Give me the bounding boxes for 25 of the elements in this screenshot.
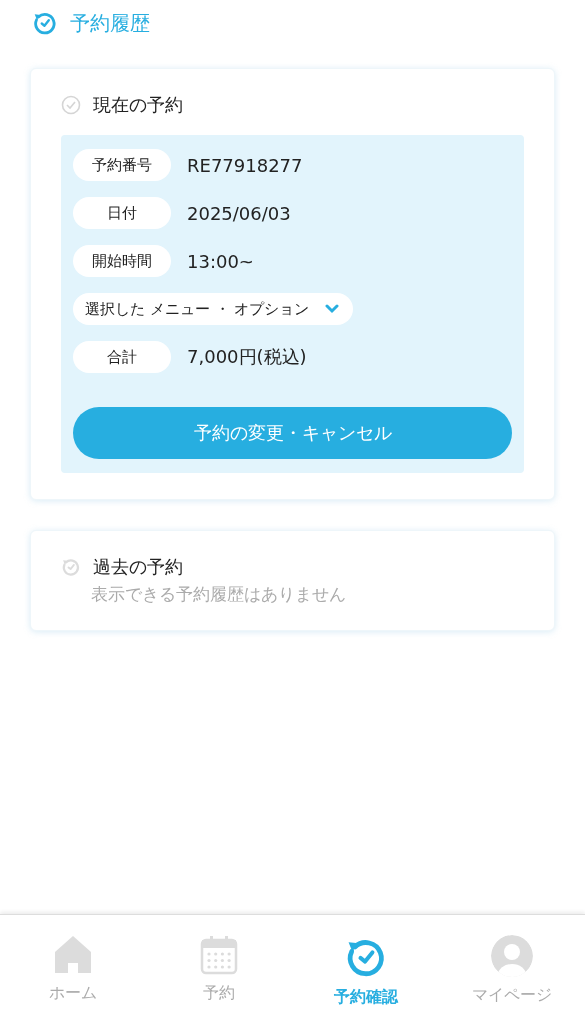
field-value: 7,000円(税込) bbox=[187, 345, 307, 369]
history-icon bbox=[61, 557, 81, 577]
tab-bar-item[interactable]: 予約 bbox=[146, 935, 293, 1024]
tab-bar-item[interactable]: 予約確認 bbox=[292, 935, 439, 1024]
page-title: 予約履歴 bbox=[70, 9, 150, 37]
field-value: 13:00~ bbox=[187, 250, 254, 272]
field-value: RE77918277 bbox=[187, 154, 303, 176]
field-label: 開始時間 bbox=[73, 245, 171, 277]
tab-bar-item[interactable]: ホーム bbox=[0, 935, 147, 1024]
chevron-icon bbox=[325, 304, 340, 314]
field-value: 2025/06/03 bbox=[187, 202, 291, 224]
calendar-icon bbox=[200, 935, 239, 975]
field-label: 合計 bbox=[73, 341, 171, 373]
field-label: 予約番号 bbox=[73, 149, 171, 181]
history-icon bbox=[32, 10, 58, 36]
change-cancel-button[interactable]: 予約の変更・キャンセル bbox=[73, 407, 512, 459]
section-title: 現在の予約 bbox=[93, 93, 183, 117]
tab-bar-item[interactable]: マイページ bbox=[438, 935, 585, 1024]
section-title: 過去の予約 bbox=[93, 555, 183, 579]
user-icon bbox=[490, 935, 533, 977]
menu-options-dropdown[interactable]: 選択した メニュー ・ オプション bbox=[73, 293, 354, 325]
check-circle-icon bbox=[61, 95, 81, 115]
home-icon bbox=[54, 935, 93, 975]
field-label: 日付 bbox=[73, 197, 171, 229]
empty-message: 表示できる予約履歴はありません bbox=[91, 584, 346, 604]
